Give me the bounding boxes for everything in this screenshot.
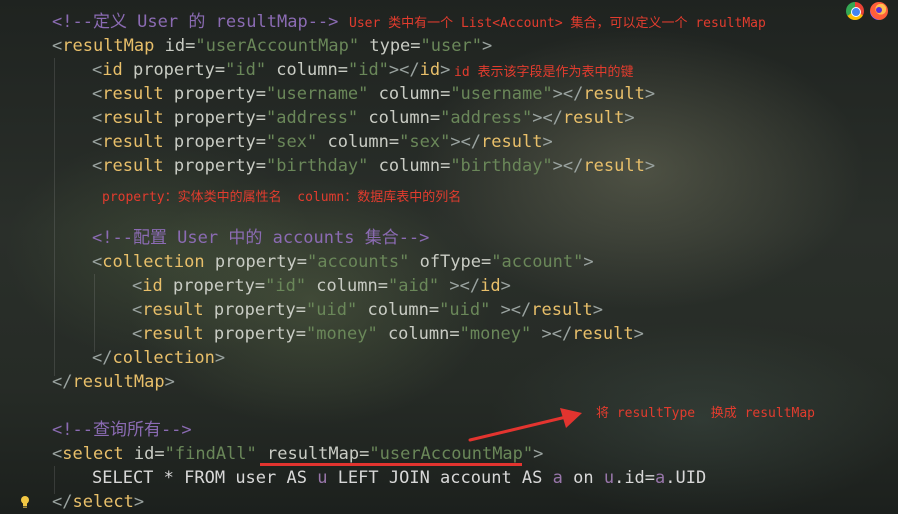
browser-icon-bar (846, 2, 888, 22)
arrow-icon (468, 408, 582, 442)
code-editor[interactable]: <!--定义 User 的 resultMap--> <resultMap id… (0, 0, 898, 514)
lightbulb-icon[interactable] (20, 495, 30, 509)
chrome-icon[interactable] (846, 2, 864, 20)
firefox-icon[interactable] (870, 2, 888, 20)
